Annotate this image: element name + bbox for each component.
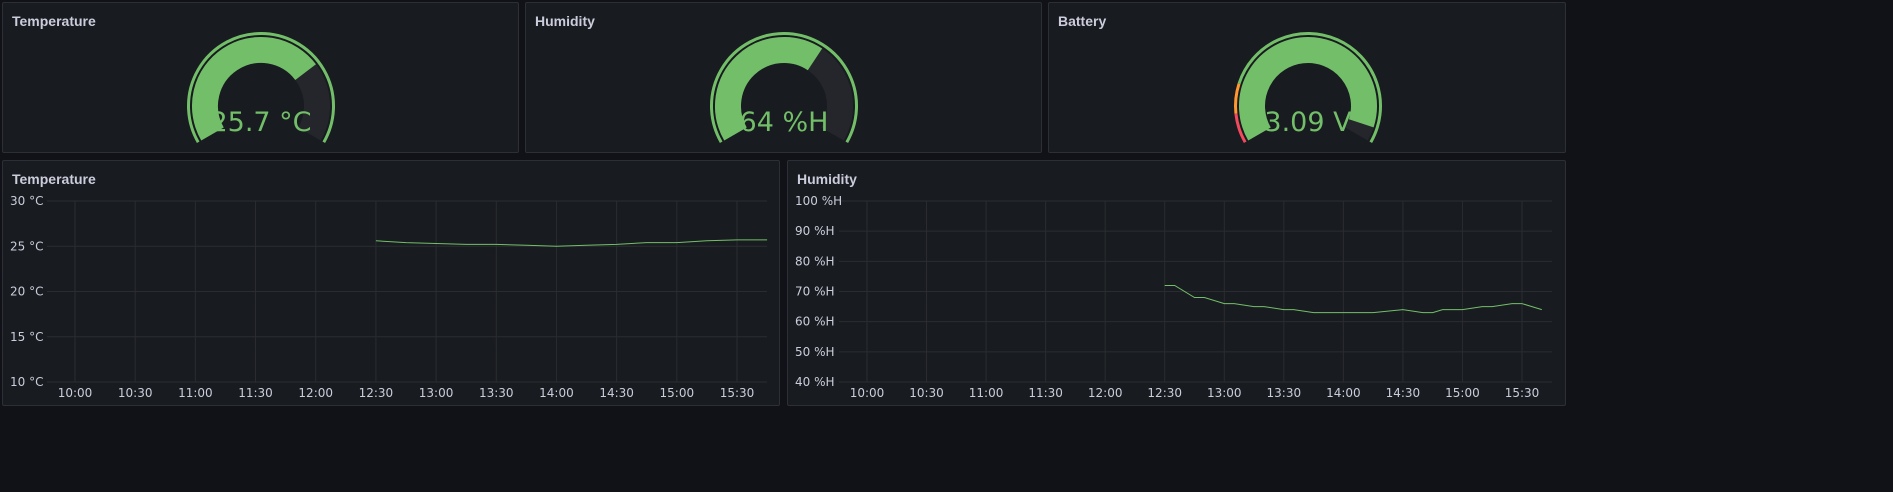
y-tick-label: 30 °C	[10, 194, 43, 208]
y-tick-label: 10 °C	[10, 375, 43, 389]
x-tick-label: 11:30	[238, 386, 273, 400]
timeseries-humidity: 100 %H 90 %H 80 %H 70 %H 60 %H 50 %H 40 %H 10:0…	[795, 194, 1552, 400]
x-tick-label: 12:00	[1088, 386, 1123, 400]
x-tick-label: 10:30	[118, 386, 153, 400]
x-tick-label: 11:30	[1028, 386, 1063, 400]
x-tick-label: 12:30	[359, 386, 394, 400]
timeseries-temperature: 30 °C 25 °C 20 °C 15 °C 10 °C 10:00 10:30 11:00…	[10, 194, 768, 400]
gauge-temperature: 25.7 °C	[187, 32, 335, 143]
y-tick-label: 60 %H	[795, 315, 835, 329]
x-tick-label: 13:00	[1207, 386, 1242, 400]
x-tick-label: 12:30	[1147, 386, 1182, 400]
gauge-threshold-band-1	[1234, 83, 1241, 114]
y-tick-label: 70 %H	[795, 285, 835, 299]
y-tick-label: 15 °C	[10, 330, 43, 344]
gauge-value: 3.09 V	[1264, 107, 1352, 138]
y-tick-label: 50 %H	[795, 345, 835, 359]
x-tick-label: 12:00	[298, 386, 333, 400]
x-tick-label: 14:30	[599, 386, 634, 400]
x-tick-label: 13:00	[419, 386, 454, 400]
y-tick-label: 20 °C	[10, 285, 43, 299]
series-line	[375, 239, 768, 247]
timeseries-panel-humidity[interactable]: Humidity 100 %H 90 %H 80 %H 70 %H 60 %H 50 %H…	[787, 160, 1566, 406]
timeseries-panel-temperature[interactable]: Temperature 30 °C 25 °C 20 °C 15 °C 10 °C 10:…	[2, 160, 780, 406]
x-tick-label: 15:30	[1505, 386, 1540, 400]
x-tick-label: 15:30	[720, 386, 755, 400]
y-tick-label: 90 %H	[795, 224, 835, 238]
x-tick-label: 15:00	[660, 386, 695, 400]
y-tick-label: 80 %H	[795, 254, 835, 268]
series-line	[1164, 285, 1542, 314]
gauge-panel-temperature[interactable]: Temperature 25.7 °C	[2, 2, 519, 153]
x-tick-label: 10:00	[58, 386, 93, 400]
gauge-value: 25.7 °C	[210, 107, 311, 138]
x-tick-label: 10:30	[909, 386, 944, 400]
x-tick-label: 13:30	[1267, 386, 1302, 400]
x-tick-label: 14:00	[539, 386, 574, 400]
x-tick-label: 11:00	[178, 386, 213, 400]
x-tick-label: 15:00	[1445, 386, 1480, 400]
gauge-panel-battery[interactable]: Battery 3.09 V	[1048, 2, 1566, 153]
gauge-humidity: 64 %H	[710, 32, 858, 143]
y-tick-label: 25 °C	[10, 239, 43, 253]
x-tick-label: 14:30	[1386, 386, 1421, 400]
gauge-value: 64 %H	[740, 107, 829, 138]
y-tick-label: 40 %H	[795, 375, 835, 389]
gauge-battery: 3.09 V	[1234, 32, 1382, 143]
x-tick-label: 10:00	[850, 386, 885, 400]
x-tick-label: 14:00	[1326, 386, 1361, 400]
x-tick-label: 11:00	[969, 386, 1004, 400]
gauge-panel-humidity[interactable]: Humidity 64 %H	[525, 2, 1042, 153]
x-tick-label: 13:30	[479, 386, 514, 400]
y-tick-label: 100 %H	[795, 194, 842, 208]
